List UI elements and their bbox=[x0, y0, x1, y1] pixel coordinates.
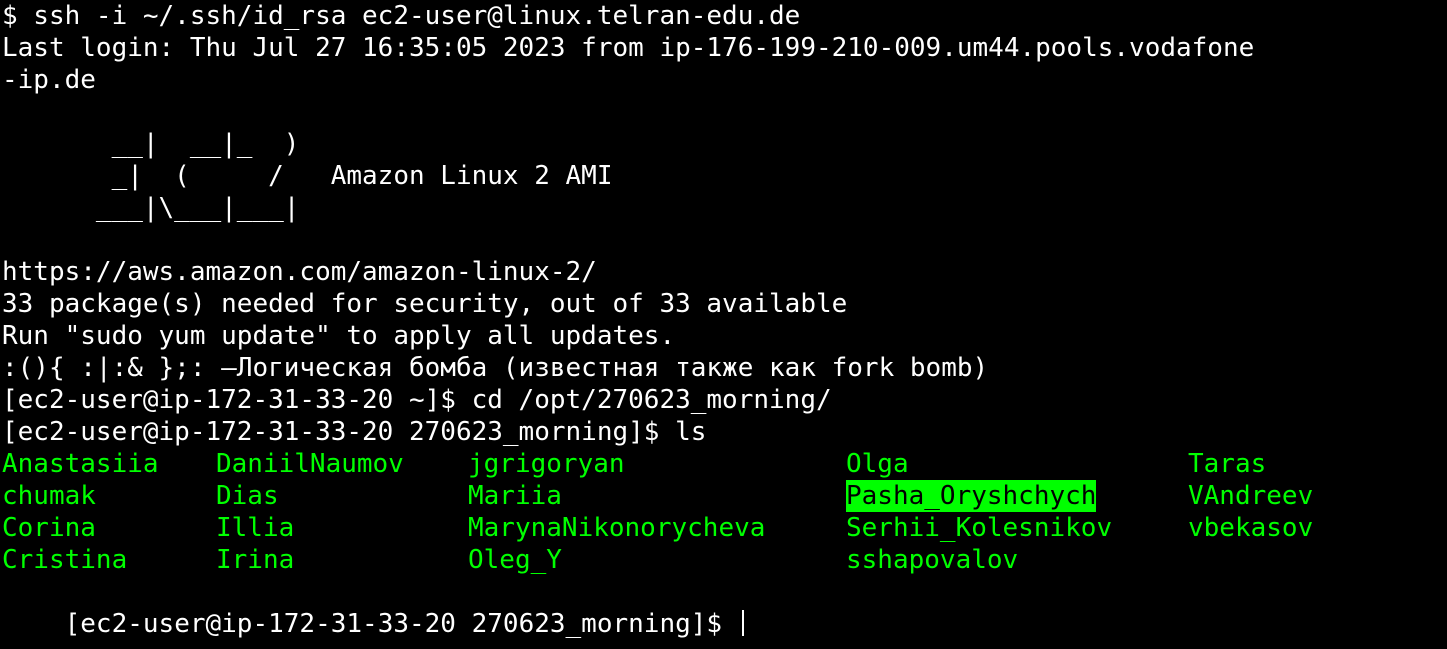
directory-name: Irina bbox=[216, 545, 295, 575]
directory-name: Cristina bbox=[2, 545, 128, 575]
directory-name: Illia bbox=[216, 513, 295, 543]
current-prompt-line[interactable]: [ec2-user@ip-172-31-33-20 270623_morning… bbox=[2, 576, 1447, 639]
amazon-linux-ascii-art-line-1: __| __|_ ) bbox=[2, 129, 300, 159]
directory-name: Serhii_Kolesnikov bbox=[846, 513, 1113, 543]
ls-output-row: Cristina Irina Oleg_Y sshapovalov bbox=[2, 544, 1447, 576]
directory-name: MarynaNikonorycheva bbox=[468, 513, 766, 543]
ls-output-row: Anastasiia DaniilNaumov jgrigoryan Olga Tara… bbox=[2, 448, 1447, 480]
current-prompt: [ec2-user@ip-172-31-33-20 270623_morning… bbox=[64, 609, 738, 639]
highlighted-directory-name: Pasha_Oryshchych bbox=[846, 480, 1097, 512]
directory-name: Olga bbox=[846, 449, 909, 479]
ls-output: Anastasiia DaniilNaumov jgrigoryan Olga Tara… bbox=[2, 448, 1447, 576]
fork-bomb-message: :(){ :|:& };: —Логическая бомба (известн… bbox=[2, 353, 989, 383]
directory-name: Dias bbox=[216, 481, 279, 511]
directory-name: chumak bbox=[2, 481, 96, 511]
directory-name: Oleg_Y bbox=[468, 545, 562, 575]
ls-command-line: [ec2-user@ip-172-31-33-20 270623_morning… bbox=[2, 417, 707, 447]
directory-name: Corina bbox=[2, 513, 96, 543]
ls-output-row: chumak Dias Mariia Pasha_Oryshchych VAndreev bbox=[2, 480, 1447, 512]
last-login-line-continued: -ip.de bbox=[2, 65, 96, 95]
cd-command-line: [ec2-user@ip-172-31-33-20 ~]$ cd /opt/27… bbox=[2, 385, 832, 415]
last-login-line: Last login: Thu Jul 27 16:35:05 2023 fro… bbox=[2, 33, 1255, 63]
ssh-command-line: $ ssh -i ~/.ssh/id_rsa ec2-user@linux.te… bbox=[2, 1, 801, 31]
directory-name: jgrigoryan bbox=[468, 449, 625, 479]
run-update-message: Run "sudo yum update" to apply all updat… bbox=[2, 321, 676, 351]
directory-name: Mariia bbox=[468, 481, 562, 511]
security-packages-message: 33 package(s) needed for security, out o… bbox=[2, 289, 848, 319]
amazon-linux-ascii-art-line-3: ___|\___|___| bbox=[2, 193, 300, 223]
terminal-window[interactable]: $ ssh -i ~/.ssh/id_rsa ec2-user@linux.te… bbox=[0, 0, 1447, 649]
directory-name: DaniilNaumov bbox=[216, 449, 404, 479]
ls-output-row: Corina Illia MarynaNikonorycheva Serhii_Kol… bbox=[2, 512, 1447, 544]
directory-name: sshapovalov bbox=[846, 545, 1019, 575]
directory-name: Anastasiia bbox=[2, 449, 159, 479]
directory-name: Taras bbox=[1188, 449, 1267, 479]
directory-name: VAndreev bbox=[1188, 481, 1314, 511]
amazon-linux-ascii-art-line-2: _| ( / Amazon Linux 2 AMI bbox=[2, 161, 613, 191]
directory-name: vbekasov bbox=[1188, 513, 1314, 543]
amazon-linux-url: https://aws.amazon.com/amazon-linux-2/ bbox=[2, 257, 597, 287]
text-cursor bbox=[741, 610, 744, 636]
